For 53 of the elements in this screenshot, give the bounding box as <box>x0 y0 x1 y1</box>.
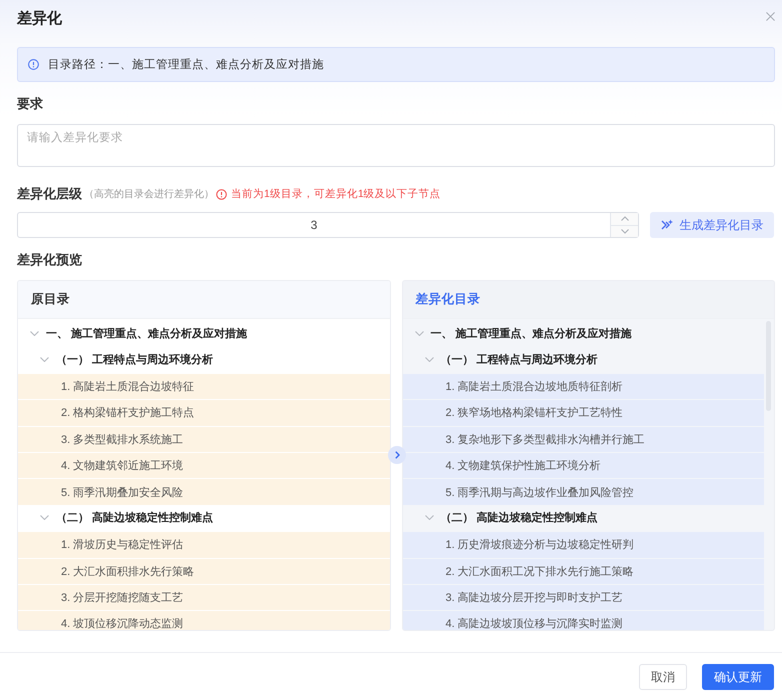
warning-icon <box>216 188 227 200</box>
info-icon <box>28 59 39 70</box>
alert-text: 目录路径：一、施工管理重点、难点分析及应对措施 <box>48 58 324 72</box>
chevron-down-icon[interactable] <box>424 357 434 362</box>
tree-item[interactable]: 2. 大汇水面积工况下排水先行施工策略 <box>402 558 764 584</box>
level-label: 差异化层级 <box>17 185 82 203</box>
level-input[interactable]: 3 <box>17 212 639 238</box>
tree-item[interactable]: 4. 高陡边坡坡顶位移与沉降实时监测 <box>402 610 764 630</box>
tree-item[interactable]: （二） 高陡边坡稳定性控制难点 <box>402 504 764 532</box>
tree-item[interactable]: 5. 雨季汛期叠加安全风险 <box>18 478 390 505</box>
tree-item[interactable]: 3. 分层开挖随挖随支工艺 <box>18 584 390 610</box>
tree-item[interactable]: 5. 雨季汛期与高边坡作业叠加风险管控 <box>402 478 764 505</box>
tree-item[interactable]: 一、 施工管理重点、难点分析及应对措施 <box>18 320 390 346</box>
close-icon[interactable] <box>766 12 775 21</box>
chevron-down-icon[interactable] <box>40 515 49 520</box>
tree-item[interactable]: 2. 狭窄场地格构梁锚杆支护工艺特性 <box>402 399 764 426</box>
requirement-label: 要求 <box>17 95 44 113</box>
tree-item[interactable]: （一） 工程特点与周边环境分析 <box>402 346 764 373</box>
tree-item[interactable]: 3. 复杂地形下多类型截排水沟槽并行施工 <box>402 426 764 452</box>
preview-label: 差异化预览 <box>17 251 83 269</box>
tree-item[interactable]: （一） 工程特点与周边环境分析 <box>18 346 390 373</box>
tree-item[interactable]: 2. 格构梁锚杆支护施工特点 <box>18 399 390 426</box>
tree-item[interactable]: 1. 高陡岩土质混合边坡特征 <box>18 372 390 400</box>
requirement-field[interactable]: 请输入差异化要求 <box>17 124 775 167</box>
level-warning: 当前为1级目录，可差异化1级及以下子节点 <box>231 187 441 201</box>
level-hint: （高亮的目录会进行差异化） <box>84 188 214 201</box>
cancel-button[interactable]: 取消 <box>639 664 687 690</box>
chevron-down-icon[interactable] <box>30 330 39 336</box>
tree-item[interactable]: 3. 多类型截排水系统施工 <box>18 426 390 452</box>
chevron-right-icon <box>394 451 400 459</box>
tree-item[interactable]: 一、 施工管理重点、难点分析及应对措施 <box>402 320 764 346</box>
generate-button[interactable]: 生成差异化目录 <box>650 212 774 238</box>
tree-item[interactable]: 4. 坡顶位移沉降动态监测 <box>18 610 390 630</box>
tree-item[interactable]: 1. 高陡岩土质混合边坡地质特征剖析 <box>402 372 764 400</box>
panel-title: 差异化目录 <box>416 291 480 308</box>
tree-item[interactable]: 3. 高陡边坡分层开挖与即时支护工艺 <box>402 584 764 610</box>
sparkle-icon <box>660 219 672 231</box>
chevron-down-icon[interactable] <box>424 515 434 520</box>
tree-item[interactable]: 4. 文物建筑保护性施工环境分析 <box>402 452 764 478</box>
tree-item[interactable]: （二） 高陡边坡稳定性控制难点 <box>18 504 390 532</box>
panel-title: 原目录 <box>31 291 70 308</box>
tree-item[interactable]: 1. 历史滑坡痕迹分析与边坡稳定性研判 <box>402 531 764 558</box>
increment-button[interactable] <box>611 213 638 224</box>
dialog-title: 差异化 <box>17 8 62 28</box>
tree-item[interactable]: 4. 文物建筑邻近施工环境 <box>18 452 390 478</box>
confirm-button[interactable]: 确认更新 <box>702 664 774 690</box>
chevron-down-icon[interactable] <box>40 357 49 362</box>
chevron-down-icon[interactable] <box>414 330 424 336</box>
tree-item[interactable]: 1. 滑坡历史与稳定性评估 <box>18 531 390 558</box>
decrement-button[interactable] <box>611 224 638 237</box>
chevron-up-icon <box>620 216 628 222</box>
tree-item[interactable]: 2. 大汇水面积排水先行策略 <box>18 558 390 584</box>
chevron-down-icon <box>620 228 628 234</box>
